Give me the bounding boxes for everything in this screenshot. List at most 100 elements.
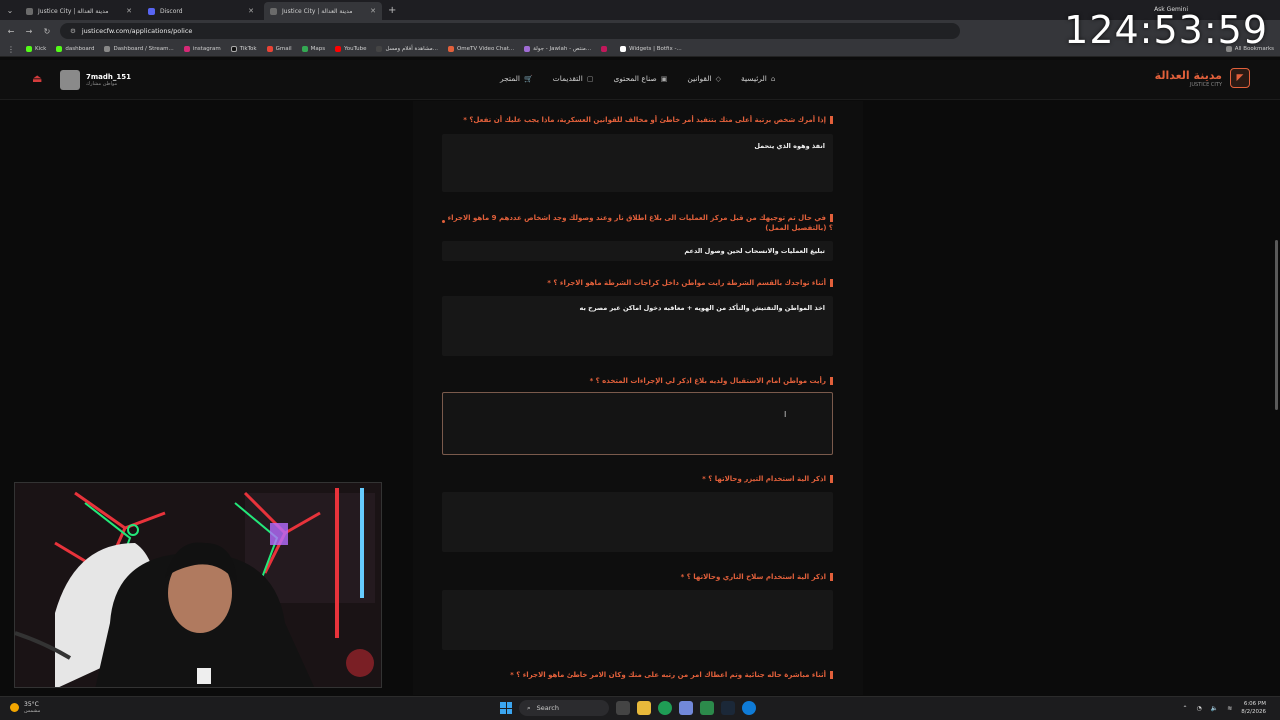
apps-icon[interactable]: ⋮ bbox=[6, 45, 16, 54]
avatar bbox=[60, 70, 80, 90]
instagram-icon bbox=[183, 46, 190, 52]
volume-icon[interactable]: 🔈 bbox=[1211, 705, 1218, 712]
logout-icon[interactable]: ⏏ bbox=[32, 72, 46, 86]
forward-icon[interactable]: → bbox=[24, 27, 34, 36]
brand-subtitle: JUSTICE CITY bbox=[1189, 81, 1222, 88]
sun-icon bbox=[10, 703, 19, 712]
edge-icon[interactable] bbox=[742, 701, 756, 715]
bookmark-item[interactable]: Maps bbox=[301, 46, 325, 52]
url-input[interactable]: ⚙ justicecfw.com/applications/police bbox=[60, 23, 960, 39]
site-info-icon[interactable]: ⚙ bbox=[70, 27, 76, 35]
menu-applications[interactable]: التقديمات ▢ bbox=[553, 74, 594, 83]
jawlah-icon bbox=[524, 46, 531, 52]
page-scrollbar[interactable] bbox=[1275, 240, 1278, 410]
question-label: اذكر الية استخدام سلاح الناري وحالاتها ؟… bbox=[443, 572, 833, 582]
bookmark-item[interactable]: جولة - Jawlah - منتص... bbox=[524, 46, 591, 52]
bookmark-item[interactable]: Kick bbox=[26, 46, 46, 52]
back-icon[interactable]: ← bbox=[6, 27, 16, 36]
bookmark-item[interactable]: YouTube bbox=[335, 46, 366, 52]
url-text: justicecfw.com/applications/police bbox=[81, 27, 193, 35]
taskbar: 35°C مشمس ⌕ Search ⌃ ◔ 🔈 ≋ 6:06 PM 8/2/2… bbox=[0, 696, 1280, 720]
question-label: إذا أمرك شخص برتبة أعلى منك بتنفيذ أمر خ… bbox=[443, 115, 833, 125]
discord-icon[interactable] bbox=[679, 701, 693, 715]
answer-textarea[interactable] bbox=[442, 590, 833, 650]
brand[interactable]: مدينة العدالة JUSTICE CITY ◤ bbox=[1155, 68, 1250, 88]
video-icon: ▣ bbox=[660, 74, 668, 83]
kick-icon bbox=[26, 46, 32, 52]
taskbar-apps: ⌕ Search bbox=[500, 700, 756, 716]
tab-label: Justice City | مدينة العدالة bbox=[282, 7, 353, 15]
discord-icon bbox=[148, 7, 155, 15]
menu-creators[interactable]: صناع المحتوى ▣ bbox=[613, 74, 667, 83]
chevron-up-icon[interactable]: ⌃ bbox=[1183, 705, 1188, 712]
main-menu: المتجر 🛒 التقديمات ▢ صناع المحتوى ▣ القواني… bbox=[500, 74, 775, 83]
shield-icon: ◇ bbox=[715, 74, 721, 83]
home-icon: ⌂ bbox=[770, 74, 776, 83]
answer-textarea[interactable]: تبليغ العمليات والانسحاب لحين وصول الدعم bbox=[442, 241, 833, 261]
question-label: رأيت مواطن امام الاستقبال ولديه بلاغ اذك… bbox=[443, 376, 833, 386]
browser-tab[interactable]: Justice City | مدينة العدالة ✕ bbox=[20, 2, 138, 20]
tiktok-icon bbox=[230, 46, 237, 52]
text-cursor-icon: I bbox=[784, 410, 787, 419]
question-label: أثناء مباشرة حاله جنائية وتم اعطاك امر م… bbox=[443, 670, 833, 680]
chrome-icon[interactable] bbox=[658, 701, 672, 715]
application-form: إذا أمرك شخص برتبة أعلى منك بتنفيذ أمر خ… bbox=[413, 101, 863, 695]
menu-rules[interactable]: القوانين ◇ bbox=[687, 74, 721, 83]
close-icon[interactable]: ✕ bbox=[370, 7, 376, 15]
question-label: اذكر الية استخدام التيزر وحالاتها ؟ * bbox=[443, 474, 833, 484]
bookmark-item[interactable]: OmeTV Video Chat... bbox=[447, 46, 514, 52]
network-icon[interactable]: ◔ bbox=[1197, 705, 1202, 712]
maps-icon bbox=[301, 46, 308, 52]
answer-textarea[interactable]: انفذ وهوه الذي يتحمل bbox=[442, 134, 833, 192]
close-icon[interactable]: ✕ bbox=[248, 7, 254, 15]
dashboard-icon bbox=[56, 46, 63, 52]
ometv-icon bbox=[447, 46, 454, 52]
bookmark-item[interactable]: TikTok bbox=[230, 46, 257, 52]
document-icon: ▢ bbox=[586, 74, 594, 83]
weather-desc: مشمس bbox=[24, 708, 41, 714]
bookmark-item[interactable]: Dashboard / Stream... bbox=[104, 46, 174, 52]
date-text: 8/2/2026 bbox=[1241, 709, 1266, 715]
task-view-icon[interactable] bbox=[616, 701, 630, 715]
answer-textarea[interactable]: اخذ المواطن والتفتيش والتأكد من الهويه +… bbox=[442, 296, 833, 356]
windows-start-icon[interactable] bbox=[500, 702, 512, 714]
taskbar-search[interactable]: ⌕ Search bbox=[519, 700, 609, 716]
time-text: 6:06 PM bbox=[1243, 701, 1266, 707]
user-name: 7madh_151 bbox=[86, 73, 131, 81]
browser-tab[interactable]: Discord ✕ bbox=[142, 2, 260, 20]
cart-icon: 🛒 bbox=[523, 74, 533, 83]
stream-icon bbox=[104, 46, 111, 52]
tab-label: Discord bbox=[160, 7, 183, 15]
question-label: أثناء تواجدك بالقسم الشرطة رايت مواطن دا… bbox=[443, 278, 833, 288]
wifi-icon[interactable]: ≋ bbox=[1227, 705, 1232, 712]
bookmark-item[interactable]: Widgets | Botfix -... bbox=[620, 46, 682, 52]
bookmark-item[interactable]: instagram bbox=[183, 46, 221, 52]
menu-store[interactable]: المتجر 🛒 bbox=[500, 74, 533, 83]
brand-title: مدينة العدالة bbox=[1154, 68, 1222, 82]
weather-temp: 35°C bbox=[24, 701, 39, 708]
user-profile[interactable]: 7madh_151 مواطن مشارك bbox=[60, 70, 131, 90]
file-explorer-icon[interactable] bbox=[637, 701, 651, 715]
tab-favicon-icon bbox=[270, 7, 277, 15]
bookmark-item[interactable]: Gmail bbox=[266, 46, 292, 52]
new-tab-button[interactable]: + bbox=[388, 5, 396, 16]
clock[interactable]: 6:06 PM 8/2/2026 bbox=[1241, 700, 1266, 716]
bookmark-item[interactable]: dashboard bbox=[56, 46, 94, 52]
close-icon[interactable]: ✕ bbox=[126, 7, 132, 15]
excel-icon[interactable] bbox=[700, 701, 714, 715]
bookmark-item[interactable]: مشاهدة أفلام ومسل... bbox=[376, 46, 438, 52]
bookmark-item[interactable] bbox=[601, 46, 610, 52]
reload-icon[interactable]: ↻ bbox=[42, 27, 52, 36]
answer-textarea-focused[interactable] bbox=[442, 392, 833, 455]
youtube-icon bbox=[335, 46, 342, 52]
browser-tab-active[interactable]: Justice City | مدينة العدالة ✕ bbox=[264, 2, 382, 20]
weather-widget[interactable]: 35°C مشمس bbox=[10, 701, 40, 714]
tab-search-icon[interactable]: ⌄ bbox=[0, 6, 20, 15]
question-label: في حال تم توجيهك من قبل مركز العمليات ال… bbox=[443, 213, 833, 233]
tab-favicon-icon bbox=[26, 7, 33, 15]
answer-textarea[interactable] bbox=[442, 492, 833, 552]
movies-icon bbox=[376, 46, 383, 52]
stream-timer: 124:53:59 bbox=[1064, 8, 1268, 52]
steam-icon[interactable] bbox=[721, 701, 735, 715]
menu-home[interactable]: الرئيسية ⌂ bbox=[741, 74, 775, 83]
